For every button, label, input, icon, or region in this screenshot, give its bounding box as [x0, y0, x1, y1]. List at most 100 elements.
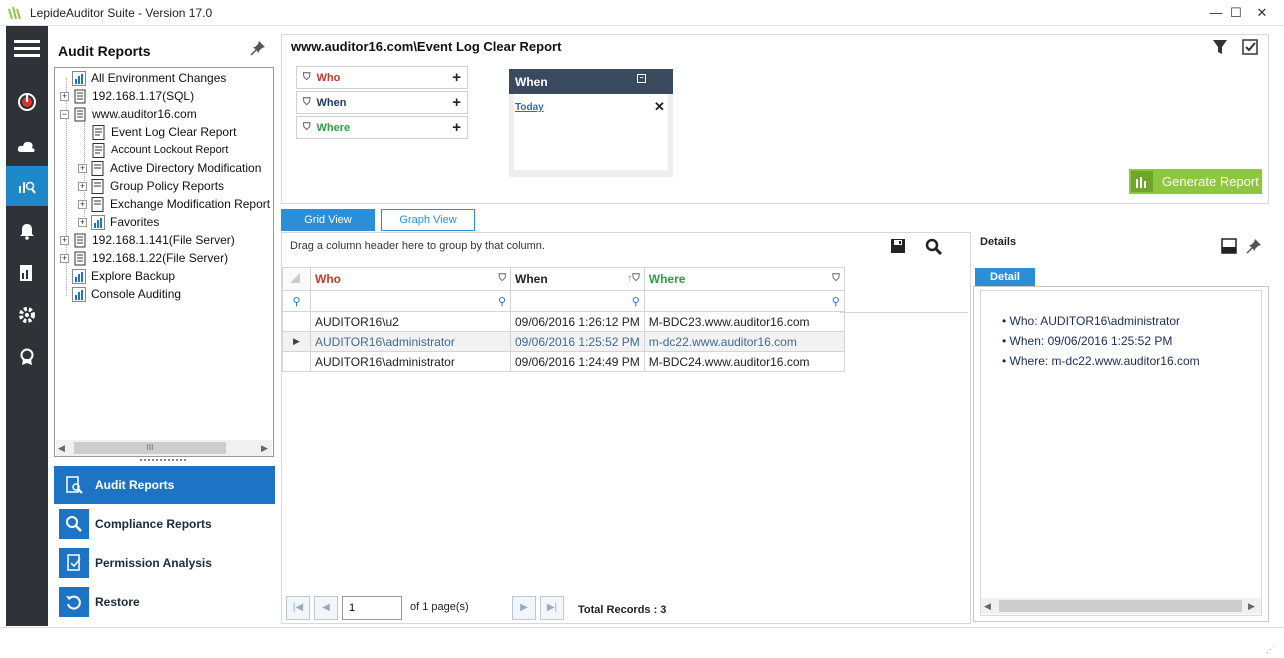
- tree-item-exchange-modification-report[interactable]: + Exchange Modification Report: [78, 195, 270, 213]
- row-selector-header[interactable]: [282, 267, 311, 291]
- last-page-button[interactable]: ▶|: [540, 596, 564, 620]
- tree-item-sql-server[interactable]: + 192.168.1.17(SQL): [60, 87, 194, 105]
- expand-icon[interactable]: +: [60, 235, 69, 245]
- filter-where[interactable]: ⛉ Where +: [296, 116, 468, 139]
- dashboard-icon[interactable]: [6, 82, 48, 122]
- scroll-left-icon[interactable]: ◀: [58, 443, 65, 454]
- nav-permission-analysis[interactable]: Permission Analysis: [54, 544, 275, 582]
- tab-grid-view[interactable]: Grid View: [281, 209, 375, 231]
- details-horizontal-scrollbar[interactable]: ◀ ▶: [981, 598, 1261, 614]
- expand-icon[interactable]: +: [78, 199, 87, 209]
- tree-item-group-policy-reports[interactable]: + Group Policy Reports: [78, 177, 224, 195]
- tree-item-domain[interactable]: − www.auditor16.com: [60, 105, 197, 123]
- column-header-when[interactable]: When ↑⛉: [510, 267, 645, 291]
- expand-icon[interactable]: +: [60, 253, 69, 263]
- add-icon[interactable]: +: [452, 119, 461, 136]
- sort-asc-filter-icon[interactable]: ↑⛉: [627, 273, 640, 284]
- save-icon[interactable]: [890, 238, 906, 257]
- maximize-button[interactable]: ☐: [1226, 4, 1246, 22]
- tree-scroll-thumb[interactable]: III: [74, 442, 226, 454]
- generate-label: Generate Report: [1162, 174, 1259, 189]
- filter-who[interactable]: ⛉ Who +: [296, 66, 468, 89]
- pin-icon[interactable]: [1246, 238, 1262, 257]
- pin-icon[interactable]: [250, 40, 266, 59]
- table-row-selected[interactable]: ▶ AUDITOR16\administrator 09/06/2016 1:2…: [282, 331, 845, 352]
- nav-audit-reports[interactable]: Audit Reports: [54, 466, 275, 504]
- collapse-icon[interactable]: −: [60, 109, 69, 119]
- remove-icon[interactable]: ✕: [654, 99, 665, 115]
- tab-graph-view[interactable]: Graph View: [381, 209, 475, 231]
- row-selector[interactable]: [282, 311, 311, 332]
- splitter-grip[interactable]: [140, 459, 186, 463]
- hamburger-menu-icon[interactable]: [6, 28, 48, 68]
- column-filter-icon[interactable]: ⛉: [832, 273, 840, 284]
- tree-item-active-directory-modification[interactable]: + Active Directory Modification: [78, 159, 261, 177]
- when-panel-body: Today ✕: [514, 94, 668, 170]
- table-row[interactable]: AUDITOR16\administrator 09/06/2016 1:24:…: [282, 351, 845, 372]
- scroll-right-icon[interactable]: ▶: [261, 443, 268, 454]
- tree-item-file-server-22[interactable]: + 192.168.1.22(File Server): [60, 249, 228, 267]
- nav-restore[interactable]: Restore: [54, 583, 275, 621]
- gear-icon[interactable]: [6, 295, 48, 335]
- tree-item-explore-backup[interactable]: Explore Backup: [72, 267, 175, 285]
- tree-horizontal-scrollbar[interactable]: ◀ III ▶: [56, 440, 272, 456]
- add-icon[interactable]: +: [452, 94, 461, 111]
- tree-item-event-log-clear-report[interactable]: Event Log Clear Report: [92, 123, 236, 141]
- restore-icon: [59, 587, 89, 617]
- tree-item-favorites[interactable]: + Favorites: [78, 213, 159, 231]
- add-icon[interactable]: +: [452, 69, 461, 86]
- generate-report-button[interactable]: Generate Report: [1129, 169, 1262, 194]
- cloud-icon[interactable]: [6, 127, 48, 167]
- table-row[interactable]: AUDITOR16\u2 09/06/2016 1:26:12 PM M-BDC…: [282, 311, 845, 332]
- minimize-panel-icon[interactable]: −: [637, 74, 646, 83]
- details-scroll-thumb[interactable]: [999, 600, 1242, 612]
- license-badge-icon[interactable]: [6, 337, 48, 377]
- column-header-where[interactable]: Where ⛉: [643, 267, 845, 291]
- tree-item-all-environment-changes[interactable]: All Environment Changes: [72, 69, 226, 87]
- bell-icon[interactable]: [6, 211, 48, 251]
- resize-grip-icon[interactable]: ⋰: [1266, 644, 1275, 655]
- minimize-details-icon[interactable]: [1221, 238, 1237, 257]
- filter-when[interactable]: ⛉ When +: [296, 91, 468, 114]
- server-icon: [73, 251, 87, 266]
- row-selector[interactable]: [282, 351, 311, 372]
- column-header-who[interactable]: Who ⛉: [310, 267, 511, 291]
- row-pointer-icon[interactable]: ▶: [282, 331, 311, 352]
- filter-icon[interactable]: [1212, 39, 1228, 58]
- scroll-left-icon[interactable]: ◀: [984, 601, 991, 612]
- tree-item-file-server-141[interactable]: + 192.168.1.141(File Server): [60, 231, 235, 249]
- report-icon: [92, 124, 106, 140]
- close-button[interactable]: ✕: [1252, 4, 1272, 22]
- checkbox-icon[interactable]: [1242, 39, 1258, 58]
- who-search-cell[interactable]: ⚲: [310, 290, 511, 312]
- column-filter-icon[interactable]: ⛉: [499, 273, 507, 284]
- when-panel-header: When −: [509, 69, 673, 94]
- nav-label: Restore: [95, 595, 140, 609]
- tree-item-label: Group Policy Reports: [110, 179, 225, 193]
- expand-icon[interactable]: +: [78, 163, 87, 173]
- tree-item-account-lockout-report[interactable]: Account Lockout Report: [92, 141, 228, 159]
- tree-item-console-auditing[interactable]: Console Auditing: [72, 285, 181, 303]
- filter-label: Who: [316, 71, 341, 84]
- minimize-button[interactable]: —: [1206, 4, 1226, 22]
- when-search-cell[interactable]: ⚲: [510, 290, 645, 312]
- expand-icon[interactable]: +: [78, 217, 87, 227]
- cell-where: m-dc22.www.auditor16.com: [643, 331, 845, 352]
- tab-detail[interactable]: Detail: [975, 268, 1035, 286]
- audit-reports-rail-icon[interactable]: [6, 166, 48, 206]
- cell-when: 09/06/2016 1:25:52 PM: [510, 331, 645, 352]
- where-search-cell[interactable]: ⚲: [643, 290, 845, 312]
- prev-page-button[interactable]: ◀: [314, 596, 338, 620]
- report-document-icon[interactable]: [6, 253, 48, 293]
- next-page-button[interactable]: ▶: [512, 596, 536, 620]
- when-value-link[interactable]: Today: [515, 102, 544, 113]
- funnel-icon: ⛉: [303, 97, 311, 108]
- search-icon[interactable]: [925, 238, 943, 259]
- expand-icon[interactable]: +: [78, 181, 87, 191]
- first-page-button[interactable]: |◀: [286, 596, 310, 620]
- results-grid: Who ⛉ When ↑⛉ Where ⛉ ⚲ ⚲ ⚲ ⚲ AUDITOR16\u2 …: [282, 267, 845, 372]
- scroll-right-icon[interactable]: ▶: [1248, 601, 1255, 612]
- nav-compliance-reports[interactable]: Compliance Reports: [54, 505, 275, 543]
- page-number-input[interactable]: [342, 596, 402, 620]
- expand-icon[interactable]: +: [60, 91, 69, 101]
